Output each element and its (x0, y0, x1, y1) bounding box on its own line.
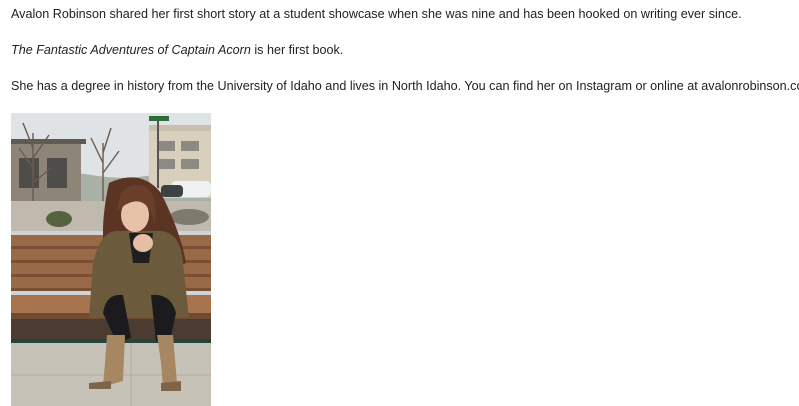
book-title: The Fantastic Adventures of Captain Acor… (11, 43, 251, 57)
bio-paragraph-intro: Avalon Robinson shared her first short s… (11, 7, 742, 21)
bio-paragraph-background: She has a degree in history from the Uni… (11, 79, 799, 93)
author-photo (11, 113, 211, 406)
bio-paragraph-book: The Fantastic Adventures of Captain Acor… (11, 42, 343, 58)
book-suffix: is her first book. (250, 43, 344, 57)
